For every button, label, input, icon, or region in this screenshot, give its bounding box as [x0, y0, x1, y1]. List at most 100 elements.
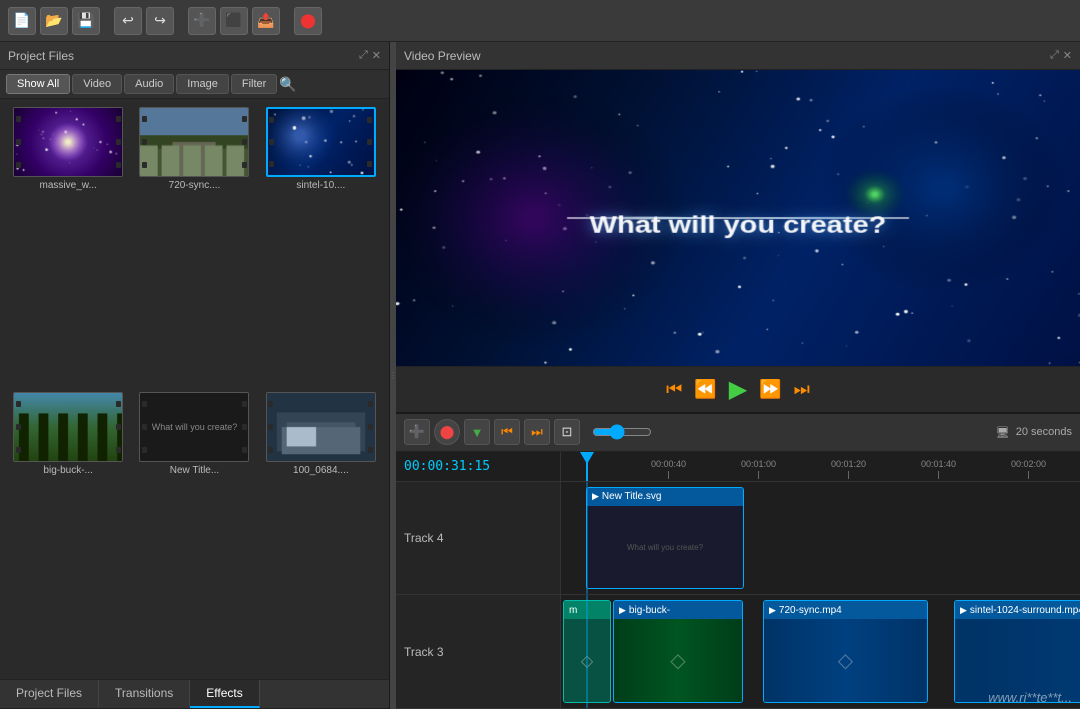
- vp-close-icon[interactable]: ✕: [1063, 49, 1072, 62]
- media-item-5[interactable]: What will you create? New Title...: [134, 392, 254, 671]
- timeline-ruler: 00:00:40 00:01:00 00:01:20 00:01:40 00:0: [561, 452, 1080, 482]
- ruler-mark-2: 00:01:20: [831, 459, 866, 479]
- clip-720sync-label: 720-sync.mp4: [779, 605, 842, 616]
- clip-sintel-label: sintel-1024-surround.mp4: [970, 605, 1080, 616]
- fast-forward-button[interactable]: ⏩: [759, 379, 781, 400]
- clip-bigbuck[interactable]: ▶ big-buck- ◇: [613, 600, 743, 703]
- media-item-3[interactable]: sintel-10....: [261, 107, 381, 386]
- new-button[interactable]: 📄: [8, 7, 36, 35]
- clip-720sync-body: ◇: [764, 619, 927, 702]
- clip-bigbuck-header: ▶ big-buck-: [614, 601, 742, 619]
- filter-audio[interactable]: Audio: [124, 74, 174, 94]
- media-item-2[interactable]: 720-sync....: [134, 107, 254, 386]
- tab-effects[interactable]: Effects: [190, 680, 259, 708]
- undo-button[interactable]: ↩: [114, 7, 142, 35]
- media-item-4[interactable]: big-buck-...: [8, 392, 128, 671]
- rewind-button[interactable]: ⏪: [694, 379, 716, 400]
- zoom-slider[interactable]: [592, 424, 652, 440]
- ruler-mark-3: 00:01:40: [921, 459, 956, 479]
- media-thumb-5: What will you create?: [139, 392, 249, 462]
- media-label-6: 100_0684....: [293, 465, 349, 476]
- timeline-tracks: 00:00:40 00:01:00 00:01:20 00:01:40 00:0: [561, 452, 1080, 709]
- clip-bigbuck-body: ◇: [614, 619, 742, 702]
- preview-area: [396, 70, 1080, 366]
- playback-controls: ⏮ ⏪ ▶ ⏩ ⏭: [396, 366, 1080, 412]
- timecode-display: 00:00:31:15: [396, 452, 560, 482]
- add-track-button[interactable]: ➕: [404, 419, 430, 445]
- filter-image[interactable]: Image: [176, 74, 229, 94]
- project-files-header: Project Files ⤢ ✕: [0, 42, 389, 70]
- clip-bigbuck-icon: ▶: [619, 605, 626, 616]
- save-button[interactable]: 💾: [72, 7, 100, 35]
- tab-project-files[interactable]: Project Files: [0, 680, 99, 708]
- clip-m-header: m: [564, 601, 610, 619]
- pf-header-icons: ⤢ ✕: [359, 49, 381, 62]
- clip-m-label: m: [569, 605, 577, 616]
- filter-bar: Show All Video Audio Image Filter 🔍: [0, 70, 389, 99]
- open-button[interactable]: 📂: [40, 7, 68, 35]
- enable-snap-button[interactable]: ⬤: [434, 419, 460, 445]
- vp-expand-icon[interactable]: ⤢: [1050, 49, 1059, 62]
- export-button[interactable]: 📤: [252, 7, 280, 35]
- media-grid: massive_w... 720-sync.... sintel-10....: [0, 99, 389, 679]
- vp-header-icons: ⤢ ✕: [1050, 49, 1072, 62]
- clip-new-title[interactable]: ▶ New Title.svg What will you create?: [586, 487, 744, 590]
- split-button[interactable]: ⬛: [220, 7, 248, 35]
- media-label-5: New Title...: [170, 465, 219, 476]
- video-preview-title: Video Preview: [404, 49, 481, 63]
- ruler-mark-1: 00:01:00: [741, 459, 776, 479]
- track-labels: 00:00:31:15 Track 4 Track 3: [396, 452, 561, 709]
- jump-end-button[interactable]: ⏭: [524, 419, 550, 445]
- right-panel: Video Preview ⤢ ✕ ⏮ ⏪ ▶ ⏩ ⏭ ➕ ⬤ ▼ ⏮: [396, 42, 1080, 709]
- filter-filter[interactable]: Filter: [231, 74, 277, 94]
- clip-m[interactable]: m ◇: [563, 600, 611, 703]
- ruler-mark-0: 00:00:40: [651, 459, 686, 479]
- timeline-content: 00:00:31:15 Track 4 Track 3 00: [396, 452, 1080, 709]
- pf-close-icon[interactable]: ✕: [372, 49, 381, 62]
- media-label-4: big-buck-...: [43, 465, 92, 476]
- clip-title-body: What will you create?: [587, 506, 743, 589]
- media-thumb-4: [13, 392, 123, 462]
- media-item-1[interactable]: massive_w...: [8, 107, 128, 386]
- media-thumb-1: [13, 107, 123, 177]
- rewind-start-button[interactable]: ⏮: [666, 379, 682, 400]
- clip-sintel[interactable]: ▶ sintel-1024-surround.mp4 ◇: [954, 600, 1080, 703]
- media-thumb-6: [266, 392, 376, 462]
- clip-title-header: ▶ New Title.svg: [587, 488, 743, 506]
- clip-720sync[interactable]: ▶ 720-sync.mp4 ◇: [763, 600, 928, 703]
- media-item-6[interactable]: 100_0684....: [261, 392, 381, 671]
- timecode-value: 00:00:31:15: [404, 459, 490, 474]
- zoom-icon: 🖥: [996, 426, 1010, 439]
- media-label-2: 720-sync....: [169, 180, 221, 191]
- timeline-toolbar: ➕ ⬤ ▼ ⏮ ⏭ ⊡ 🖥 20 seconds: [396, 414, 1080, 452]
- record-button[interactable]: ⬤: [294, 7, 322, 35]
- tab-transitions[interactable]: Transitions: [99, 680, 190, 708]
- media-thumb-2: [139, 107, 249, 177]
- clip-sintel-header: ▶ sintel-1024-surround.mp4: [955, 601, 1080, 619]
- clip-bigbuck-label: big-buck-: [629, 605, 670, 616]
- add-button[interactable]: ➕: [188, 7, 216, 35]
- filter-search-icon[interactable]: 🔍: [279, 76, 296, 93]
- ruler-mark-4: 00:02:00: [1011, 459, 1046, 479]
- track-4-label: Track 4: [396, 482, 560, 596]
- center-playhead-button[interactable]: ⊡: [554, 419, 580, 445]
- media-thumb-3: [266, 107, 376, 177]
- redo-button[interactable]: ↪: [146, 7, 174, 35]
- zoom-value: 20 seconds: [1016, 426, 1072, 438]
- forward-end-button[interactable]: ⏭: [794, 379, 810, 400]
- filter-show-all[interactable]: Show All: [6, 74, 70, 94]
- clip-title-label: New Title.svg: [602, 491, 661, 502]
- playhead[interactable]: [586, 452, 588, 481]
- play-button[interactable]: ▶: [729, 375, 747, 404]
- filter-button[interactable]: ▼: [464, 419, 490, 445]
- track-4-row: ▶ New Title.svg What will you create?: [561, 482, 1080, 596]
- pf-expand-icon[interactable]: ⤢: [359, 49, 368, 62]
- watermark: www.ri**te**t...: [988, 690, 1072, 705]
- video-preview-header: Video Preview ⤢ ✕: [396, 42, 1080, 70]
- filter-video[interactable]: Video: [72, 74, 122, 94]
- media-label-3: sintel-10....: [296, 180, 345, 191]
- timeline-section: ➕ ⬤ ▼ ⏮ ⏭ ⊡ 🖥 20 seconds 00:00:31:15: [396, 412, 1080, 709]
- clip-720sync-header: ▶ 720-sync.mp4: [764, 601, 927, 619]
- jump-start-button[interactable]: ⏮: [494, 419, 520, 445]
- left-panel: Project Files ⤢ ✕ Show All Video Audio I…: [0, 42, 390, 709]
